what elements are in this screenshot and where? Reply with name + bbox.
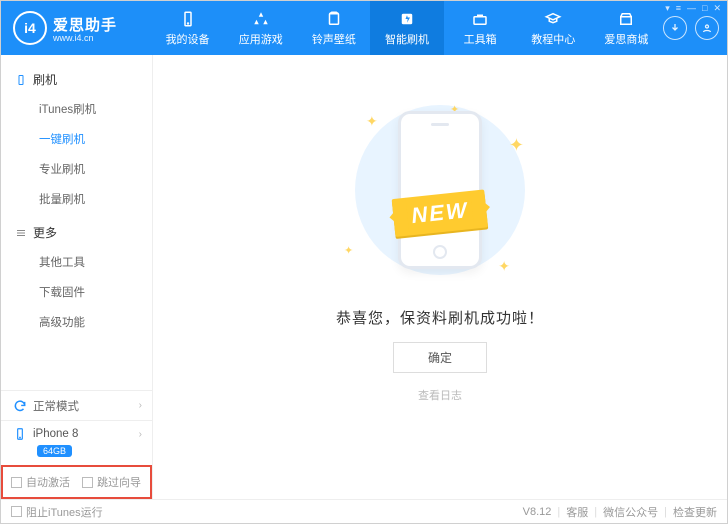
nav-smart-flash[interactable]: 智能刷机 (370, 1, 443, 55)
sidebar-item-advanced[interactable]: 高级功能 (1, 307, 152, 337)
nav-ringtones[interactable]: 铃声壁纸 (297, 1, 370, 55)
sidebar-item-batch-flash[interactable]: 批量刷机 (1, 184, 152, 214)
checkbox-skip-guide[interactable]: 跳过向导 (82, 474, 141, 490)
device-name: iPhone 8 (33, 428, 78, 440)
checkbox-label: 阻止iTunes运行 (26, 504, 103, 520)
download-button[interactable] (663, 16, 687, 40)
app-url: www.i4.cn (53, 33, 117, 43)
phone-icon (15, 74, 27, 86)
sidebar-section-more[interactable]: 更多 (1, 218, 152, 247)
sidebar-section-flash[interactable]: 刷机 (1, 65, 152, 94)
checkbox-label: 跳过向导 (97, 474, 141, 490)
body: 刷机 iTunes刷机 一键刷机 专业刷机 批量刷机 更多 其他工具 下载固件 … (1, 55, 727, 499)
user-button[interactable] (695, 16, 719, 40)
checkbox-box (11, 506, 22, 517)
sidebar-item-itunes-flash[interactable]: iTunes刷机 (1, 94, 152, 124)
win-btn[interactable]: □ (702, 3, 707, 14)
mode-selector[interactable]: 正常模式 › (1, 390, 152, 420)
checkbox-box (82, 477, 93, 488)
main-content: ✦ ✦ ✦ ✦ ✦ NEW 恭喜您，保资料刷机成功啦！ 确定 查看日志 (153, 55, 727, 499)
chevron-right-icon: › (139, 400, 142, 411)
checkbox-box (11, 477, 22, 488)
apps-icon (252, 10, 270, 28)
app-window: ▾ ≡ — □ ✕ i4 爱思助手 www.i4.cn 我的设备 应用游戏 (0, 0, 728, 524)
header-bar: ▾ ≡ — □ ✕ i4 爱思助手 www.i4.cn 我的设备 应用游戏 (1, 1, 727, 55)
win-btn[interactable]: ≡ (676, 3, 681, 14)
nav-toolbox[interactable]: 工具箱 (444, 1, 517, 55)
sidebar-item-download-firmware[interactable]: 下载固件 (1, 277, 152, 307)
win-btn[interactable]: ▾ (665, 3, 670, 14)
device-info[interactable]: iPhone 8 › 64GB (1, 420, 152, 465)
toolbox-icon (471, 10, 489, 28)
nav-label: 智能刷机 (385, 31, 429, 47)
nav-label: 爱思商城 (604, 31, 648, 47)
checkbox-label: 自动激活 (26, 474, 70, 490)
checkbox-auto-activate[interactable]: 自动激活 (11, 474, 70, 490)
sidebar-item-other-tools[interactable]: 其他工具 (1, 247, 152, 277)
star-icon: ✦ (344, 244, 353, 257)
top-nav: 我的设备 应用游戏 铃声壁纸 智能刷机 工具箱 教程中心 (151, 1, 663, 55)
refresh-icon (13, 399, 27, 413)
more-icon (15, 227, 27, 239)
device-storage-badge: 64GB (37, 445, 72, 457)
edu-icon (544, 10, 562, 28)
win-btn[interactable]: — (687, 3, 696, 14)
bottom-options-highlighted: 自动激活 跳过向导 (1, 465, 152, 499)
star-icon: ✦ (498, 258, 510, 275)
nav-tutorials[interactable]: 教程中心 (517, 1, 590, 55)
shop-icon (617, 10, 635, 28)
sidebar: 刷机 iTunes刷机 一键刷机 专业刷机 批量刷机 更多 其他工具 下载固件 … (1, 55, 153, 499)
footer-link-wechat[interactable]: 微信公众号 (603, 504, 658, 520)
mode-label: 正常模式 (33, 398, 139, 414)
star-icon: ✦ (366, 113, 378, 130)
star-icon: ✦ (509, 135, 524, 156)
nav-label: 铃声壁纸 (312, 31, 356, 47)
nav-label: 应用游戏 (239, 31, 283, 47)
header-right (663, 16, 727, 40)
device-icon (179, 10, 197, 28)
sidebar-item-oneclick-flash[interactable]: 一键刷机 (1, 124, 152, 154)
footer-link-support[interactable]: 客服 (566, 504, 588, 520)
checkbox-block-itunes[interactable]: 阻止iTunes运行 (11, 504, 103, 520)
window-controls: ▾ ≡ — □ ✕ (665, 3, 721, 14)
sidebar-item-pro-flash[interactable]: 专业刷机 (1, 154, 152, 184)
footer-bar: 阻止iTunes运行 V8.12 | 客服 | 微信公众号 | 检查更新 (1, 499, 727, 523)
app-name: 爱思助手 (53, 14, 117, 35)
sidebar-section-label: 更多 (33, 224, 57, 241)
sidebar-section-label: 刷机 (33, 71, 57, 88)
app-logo: i4 爱思助手 www.i4.cn (1, 11, 151, 45)
success-message: 恭喜您，保资料刷机成功啦！ (336, 307, 544, 328)
version-label: V8.12 (523, 506, 552, 518)
music-icon (325, 10, 343, 28)
nav-label: 教程中心 (531, 31, 575, 47)
success-illustration: ✦ ✦ ✦ ✦ ✦ NEW (330, 95, 550, 285)
phone-icon (13, 427, 27, 441)
logo-icon: i4 (13, 11, 47, 45)
nav-apps[interactable]: 应用游戏 (224, 1, 297, 55)
view-log-link[interactable]: 查看日志 (418, 387, 462, 403)
nav-my-device[interactable]: 我的设备 (151, 1, 224, 55)
nav-label: 工具箱 (464, 31, 497, 47)
chevron-right-icon: › (139, 429, 142, 440)
flash-icon (398, 10, 416, 28)
nav-label: 我的设备 (166, 31, 210, 47)
ok-button[interactable]: 确定 (393, 342, 487, 373)
nav-shop[interactable]: 爱思商城 (590, 1, 663, 55)
footer-link-update[interactable]: 检查更新 (673, 504, 717, 520)
win-btn[interactable]: ✕ (713, 3, 721, 14)
